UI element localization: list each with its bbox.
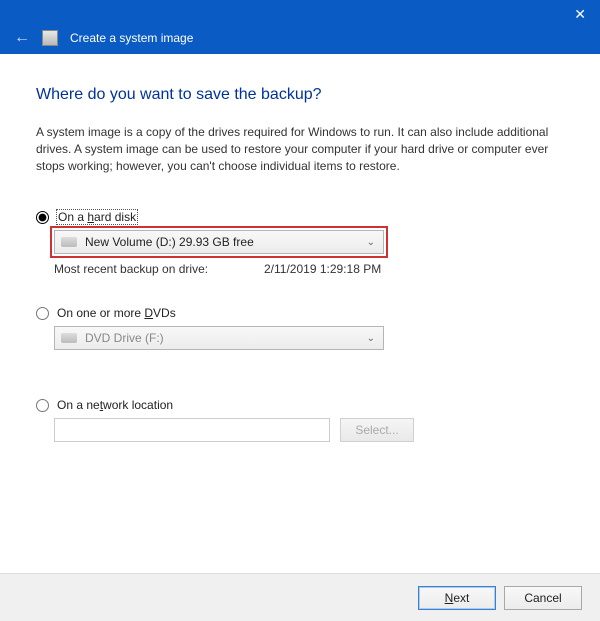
radio-row-dvd[interactable]: On one or more DVDs <box>36 306 564 320</box>
network-location-row: Select... <box>54 418 564 442</box>
select-button: Select... <box>340 418 414 442</box>
option-network: On a network location Select... <box>36 398 564 442</box>
dvd-selected: DVD Drive (F:) <box>85 331 164 345</box>
titlebar-inner: ← Create a system image <box>14 30 193 46</box>
radio-label-dvd: On one or more DVDs <box>57 306 176 320</box>
cancel-button[interactable]: Cancel <box>504 586 582 610</box>
network-path-input[interactable] <box>54 418 330 442</box>
radio-network[interactable] <box>36 399 49 412</box>
radio-row-network[interactable]: On a network location <box>36 398 564 412</box>
disc-icon <box>61 333 77 343</box>
dvd-dropdown[interactable]: DVD Drive (F:) ⌄ <box>54 326 384 350</box>
chevron-down-icon: ⌄ <box>367 333 375 344</box>
option-hard-disk: On a hard disk New Volume (D:) 29.93 GB … <box>36 210 564 276</box>
chevron-down-icon: ⌄ <box>367 237 375 248</box>
window-title: Create a system image <box>70 31 193 45</box>
backup-info-label: Most recent backup on drive: <box>54 262 264 276</box>
radio-label-hard-disk: On a hard disk <box>57 210 137 224</box>
radio-label-network: On a network location <box>57 398 173 412</box>
option-dvd: On one or more DVDs DVD Drive (F:) ⌄ <box>36 306 564 350</box>
next-button[interactable]: Next <box>418 586 496 610</box>
radio-hard-disk[interactable] <box>36 211 49 224</box>
hard-disk-selected: New Volume (D:) 29.93 GB free <box>85 235 254 249</box>
content: Where do you want to save the backup? A … <box>0 54 600 442</box>
page-description: A system image is a copy of the drives r… <box>36 124 564 174</box>
hard-disk-dropdown[interactable]: New Volume (D:) 29.93 GB free ⌄ <box>54 230 384 254</box>
wizard-icon <box>42 30 58 46</box>
page-heading: Where do you want to save the backup? <box>36 86 564 104</box>
footer: Next Cancel <box>0 573 600 621</box>
drive-icon <box>61 237 77 247</box>
backup-info-time: 2/11/2019 1:29:18 PM <box>264 262 381 276</box>
radio-row-hard-disk[interactable]: On a hard disk <box>36 210 564 224</box>
close-icon[interactable]: ✕ <box>574 6 586 23</box>
backup-info: Most recent backup on drive: 2/11/2019 1… <box>54 262 564 276</box>
radio-dvd[interactable] <box>36 307 49 320</box>
back-arrow-icon[interactable]: ← <box>14 30 30 46</box>
titlebar: ✕ ← Create a system image <box>0 0 600 54</box>
